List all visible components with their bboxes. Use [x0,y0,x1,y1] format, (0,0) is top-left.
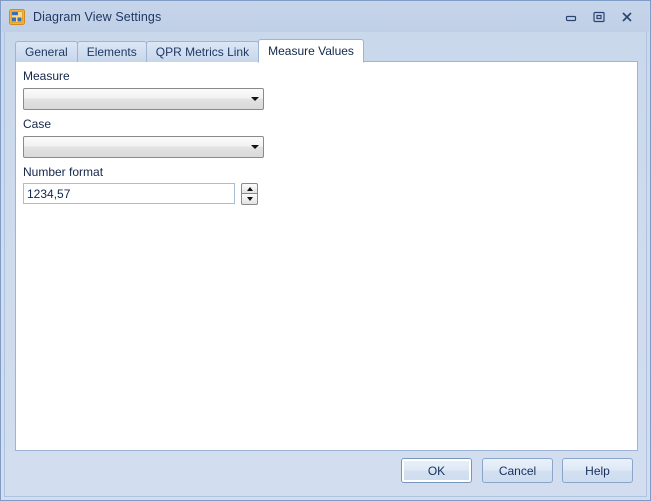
tab-elements[interactable]: Elements [76,41,147,62]
chevron-down-icon[interactable] [246,137,263,157]
dialog-window: Diagram View Settings General Elements Q… [0,0,651,501]
diagram-view-settings-icon [9,9,25,25]
tab-content-measure-values: Measure Case Number format [15,61,638,451]
ok-button[interactable]: OK [401,458,472,483]
measure-label: Measure [23,69,70,83]
number-format-input[interactable] [23,183,235,204]
spinner-up-icon[interactable] [241,183,258,194]
minimize-icon[interactable] [557,7,585,27]
tab-measure-values[interactable]: Measure Values [258,39,364,63]
tab-strip: General Elements QPR Metrics Link Measur… [15,39,636,63]
window-title: Diagram View Settings [33,10,162,24]
cancel-button[interactable]: Cancel [482,458,553,483]
window-controls [557,2,649,32]
title-bar[interactable]: Diagram View Settings [2,2,649,32]
number-format-stepper[interactable] [241,183,258,205]
number-format-label: Number format [23,165,104,179]
restore-icon[interactable] [585,7,613,27]
case-label: Case [23,117,52,131]
dialog-footer: OK Cancel Help [1,450,650,500]
tab-general[interactable]: General [15,41,78,62]
help-button[interactable]: Help [562,458,633,483]
case-combobox[interactable] [23,136,264,158]
measure-combobox[interactable] [23,88,264,110]
chevron-down-icon[interactable] [246,89,263,109]
tab-qpr-metrics-link[interactable]: QPR Metrics Link [145,41,260,62]
close-icon[interactable] [613,7,641,27]
spinner-down-icon[interactable] [241,194,258,205]
